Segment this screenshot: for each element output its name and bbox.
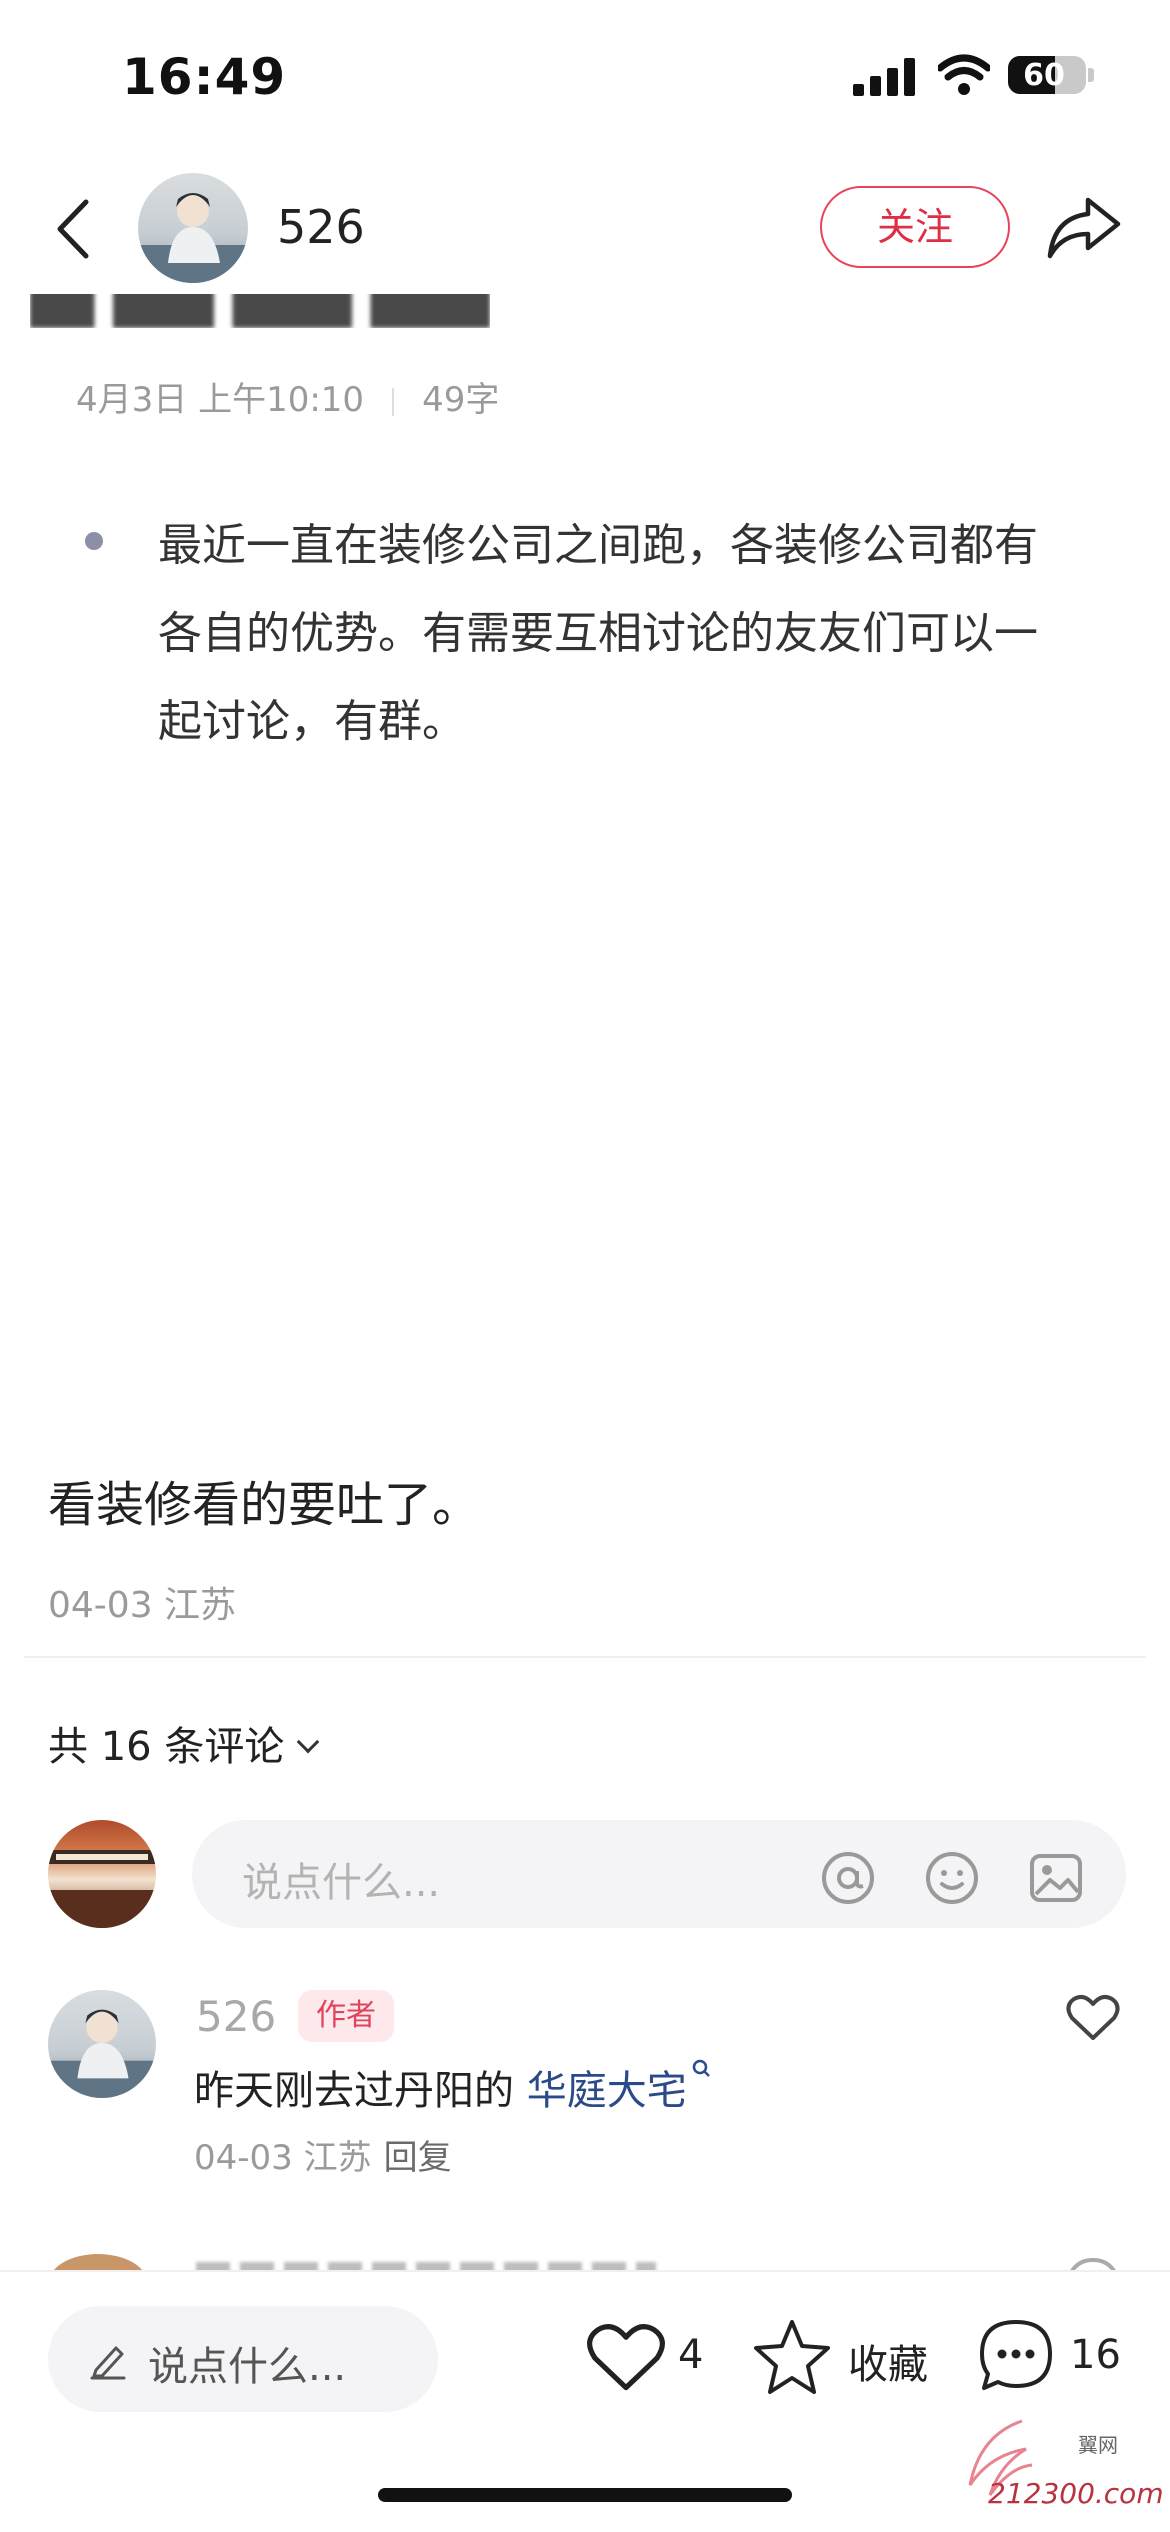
post-date: 4月3日 上午10:10 bbox=[76, 380, 365, 420]
commenter-name[interactable]: 526 bbox=[196, 1992, 276, 2041]
watermark-text: 212300.com bbox=[988, 2477, 1164, 2510]
comment-text: 昨天刚去过丹阳的 华庭大宅 bbox=[194, 2058, 713, 2116]
post-meta: 4月3日 上午10:10 49字 bbox=[76, 372, 499, 421]
commenter-avatar[interactable] bbox=[48, 1990, 156, 2098]
next-comment-peek bbox=[0, 2250, 1170, 2272]
at-mention-icon[interactable] bbox=[820, 1850, 876, 1906]
comment-meta: 04-03 江苏 回复 bbox=[194, 2130, 452, 2179]
image-icon[interactable] bbox=[1028, 1850, 1084, 1906]
collect-button[interactable]: 收藏 bbox=[752, 2312, 942, 2402]
share-icon[interactable] bbox=[1046, 194, 1122, 260]
home-indicator[interactable] bbox=[378, 2488, 792, 2502]
comment-count-sort[interactable]: 共 16 条评论 bbox=[48, 1714, 320, 1772]
comment-button[interactable]: 16 bbox=[976, 2312, 1136, 2402]
status-time: 16:49 bbox=[122, 48, 287, 106]
like-button[interactable]: 4 bbox=[586, 2312, 716, 2402]
bullet-dot bbox=[85, 532, 103, 550]
battery-cap bbox=[1088, 68, 1094, 82]
wifi-icon bbox=[938, 54, 990, 95]
collect-label: 收藏 bbox=[848, 2342, 928, 2388]
reply-button[interactable]: 回复 bbox=[384, 2138, 452, 2178]
post-word-count: 49字 bbox=[422, 380, 500, 420]
comment-input[interactable]: 说点什么... bbox=[192, 1820, 1126, 1928]
chevron-down-icon bbox=[297, 1730, 320, 1754]
post-body: 最近一直在装修公司之间跑，各装修公司都有各自的优势。有需要互相讨论的友友们可以一… bbox=[158, 520, 1038, 747]
heart-icon bbox=[587, 2324, 665, 2391]
pencil-icon bbox=[90, 2346, 126, 2380]
bottom-comment-input[interactable]: 说点什么... bbox=[48, 2306, 438, 2412]
comment-bubble-icon bbox=[980, 2320, 1052, 2390]
bottom-input-placeholder: 说点什么... bbox=[148, 2344, 347, 2390]
search-small-icon bbox=[692, 2059, 710, 2077]
comment-input-placeholder: 说点什么... bbox=[242, 1860, 441, 1906]
author-name[interactable]: 526 bbox=[277, 200, 365, 254]
comment-search-link[interactable]: 华庭大宅 bbox=[527, 2068, 687, 2114]
post-date-location: 04-03 江苏 bbox=[48, 1585, 237, 1626]
watermark-sub: 翼网 bbox=[1078, 2433, 1118, 2457]
like-count: 4 bbox=[678, 2332, 704, 2378]
post-title-clipped bbox=[30, 294, 490, 328]
follow-button[interactable]: 关注 bbox=[820, 186, 1010, 268]
meta-separator bbox=[392, 387, 395, 416]
battery-level-text: 60 bbox=[1023, 58, 1065, 93]
avatar-illustration bbox=[48, 2009, 156, 2098]
post-caption: 看装修看的要吐了。 bbox=[48, 1477, 481, 1533]
avatar-illustration bbox=[48, 1850, 156, 1928]
comment-like-heart-icon[interactable] bbox=[1066, 1994, 1120, 2042]
current-user-avatar bbox=[48, 1820, 156, 1928]
comment-text-body: 昨天刚去过丹阳的 bbox=[194, 2068, 527, 2114]
comment-count: 16 bbox=[1070, 2332, 1121, 2378]
battery-icon: 60 bbox=[1008, 56, 1086, 94]
back-arrow-icon[interactable] bbox=[52, 196, 92, 262]
author-tag-badge: 作者 bbox=[298, 1990, 394, 2042]
avatar-illustration bbox=[138, 193, 248, 283]
watermark: 翼网 212300.com bbox=[954, 2415, 1164, 2515]
section-divider bbox=[24, 1656, 1146, 1658]
cellular-signal-icon bbox=[853, 58, 917, 96]
star-icon bbox=[754, 2320, 830, 2394]
author-avatar[interactable] bbox=[138, 173, 248, 283]
comment-count-label: 共 16 条评论 bbox=[48, 1724, 285, 1770]
comment-date-location: 04-03 江苏 bbox=[194, 2138, 372, 2178]
emoji-icon[interactable] bbox=[924, 1850, 980, 1906]
